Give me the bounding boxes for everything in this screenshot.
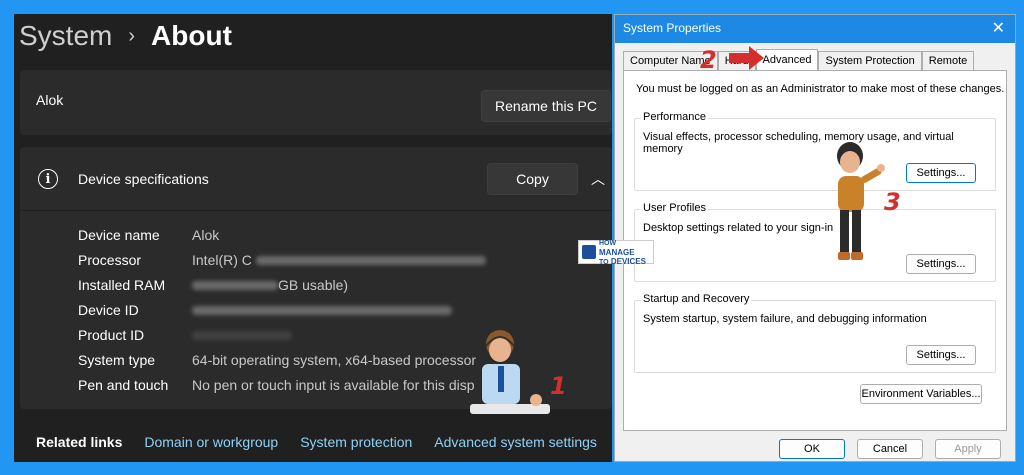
copy-button[interactable]: Copy <box>487 163 578 195</box>
redacted-text <box>255 256 486 266</box>
info-icon: i <box>38 169 58 189</box>
group-description: Visual effects, processor scheduling, me… <box>643 131 954 155</box>
step-2-arrow-icon <box>729 46 764 70</box>
advanced-tab-panel: You must be logged on as an Administrato… <box>623 70 1007 431</box>
step-1-label: 1 <box>550 372 567 400</box>
device-specifications-header[interactable]: i Device specifications Copy ︿ <box>20 147 612 211</box>
spec-value: GB usable) <box>278 276 349 293</box>
spec-key: Pen and touch <box>78 376 169 393</box>
spec-key: System type <box>78 351 156 368</box>
chevron-up-icon[interactable]: ︿ <box>591 169 605 189</box>
spec-value-wrap <box>192 302 452 318</box>
step-2-label: 2 <box>700 46 717 74</box>
spec-key: Device name <box>78 226 160 243</box>
spec-key: Processor <box>78 251 142 268</box>
redacted-text <box>192 306 452 316</box>
spec-row-device-id: Device ID <box>78 297 486 322</box>
link-domain-workgroup[interactable]: Domain or workgroup <box>144 434 278 450</box>
howtomanagedevices-logo: HOW MANAGE TO DEVICES <box>578 238 654 267</box>
admin-notice: You must be logged on as an Administrato… <box>636 83 1005 95</box>
performance-group: Performance Visual effects, processor sc… <box>634 111 996 191</box>
redacted-text <box>192 331 292 341</box>
environment-variables-button[interactable]: Environment Variables... <box>860 384 982 404</box>
spec-value: No pen or touch input is available for t… <box>192 376 475 393</box>
spec-row-device-name: Device name Alok <box>78 222 486 247</box>
pc-name: Alok <box>36 92 64 108</box>
spec-value: Intel(R) C <box>192 251 252 268</box>
spec-row-processor: Processor Intel(R) C <box>78 247 486 272</box>
apply-button: Apply <box>935 439 1001 459</box>
spec-list: Device name Alok Processor Intel(R) C In… <box>78 222 486 397</box>
performance-settings-button[interactable]: Settings... <box>906 163 976 183</box>
breadcrumb-system[interactable]: System <box>19 20 112 52</box>
dialog-titlebar[interactable]: System Properties ✕ <box>615 15 1015 43</box>
tab-system-protection[interactable]: System Protection <box>818 51 922 71</box>
logo-text-how: HOW <box>599 239 617 247</box>
spec-key: Product ID <box>78 326 145 343</box>
spec-value-wrap: GB usable) <box>192 277 348 293</box>
spec-row-installed-ram: Installed RAM GB usable) <box>78 272 486 297</box>
user-profiles-settings-button[interactable]: Settings... <box>906 254 976 274</box>
link-advanced-system-settings[interactable]: Advanced system settings <box>434 434 597 450</box>
close-icon[interactable]: ✕ <box>992 18 1005 38</box>
headset-character-illustration <box>470 330 550 414</box>
spec-key: Device ID <box>78 301 139 318</box>
logo-window-icon <box>582 245 596 259</box>
tab-strip: Computer Name Hard Advanced System Prote… <box>623 49 975 71</box>
breadcrumb: System › About <box>19 20 232 52</box>
group-description: System startup, system failure, and debu… <box>643 313 927 325</box>
page-title: About <box>151 20 232 51</box>
group-title: User Profiles <box>641 202 708 214</box>
spec-row-pen-touch: Pen and touch No pen or touch input is a… <box>78 372 486 397</box>
link-system-protection[interactable]: System protection <box>300 434 412 450</box>
breadcrumb-separator-icon: › <box>128 24 136 47</box>
group-title: Startup and Recovery <box>641 293 752 305</box>
spec-value: 64-bit operating system, x64-based proce… <box>192 351 477 368</box>
related-links-label: Related links <box>36 434 123 450</box>
related-links: Related links Domain or workgroup System… <box>14 422 612 462</box>
cancel-button[interactable]: Cancel <box>857 439 923 459</box>
system-properties-dialog: System Properties ✕ Computer Name Hard A… <box>614 14 1016 462</box>
spec-value-wrap: Intel(R) C <box>192 252 486 268</box>
logo-text: HOW MANAGE TO DEVICES <box>599 238 650 267</box>
startup-recovery-group: Startup and Recovery System startup, sys… <box>634 293 996 373</box>
pointing-character-illustration <box>837 142 885 260</box>
logo-text-manage: MANAGE <box>599 247 635 257</box>
startup-recovery-settings-button[interactable]: Settings... <box>906 345 976 365</box>
device-specifications-title: Device specifications <box>78 171 209 187</box>
rename-pc-button[interactable]: Rename this PC <box>481 90 611 122</box>
ok-button[interactable]: OK <box>779 439 845 459</box>
spec-key: Installed RAM <box>78 276 166 293</box>
dialog-title: System Properties <box>623 21 722 35</box>
group-title: Performance <box>641 111 708 123</box>
redacted-text <box>192 281 278 291</box>
spec-row-system-type: System type 64-bit operating system, x64… <box>78 347 486 372</box>
spec-value: Alok <box>192 226 220 243</box>
pc-name-card: Alok Rename this PC <box>20 70 612 135</box>
logo-text-to: TO <box>599 258 609 266</box>
logo-text-devices: DEVICES <box>610 256 646 266</box>
user-profiles-group: User Profiles Desktop settings related t… <box>634 202 996 282</box>
spec-value-wrap <box>192 327 292 343</box>
tab-remote[interactable]: Remote <box>921 51 975 71</box>
spec-row-product-id: Product ID <box>78 322 486 347</box>
group-description: Desktop settings related to your sign-in <box>643 222 834 234</box>
